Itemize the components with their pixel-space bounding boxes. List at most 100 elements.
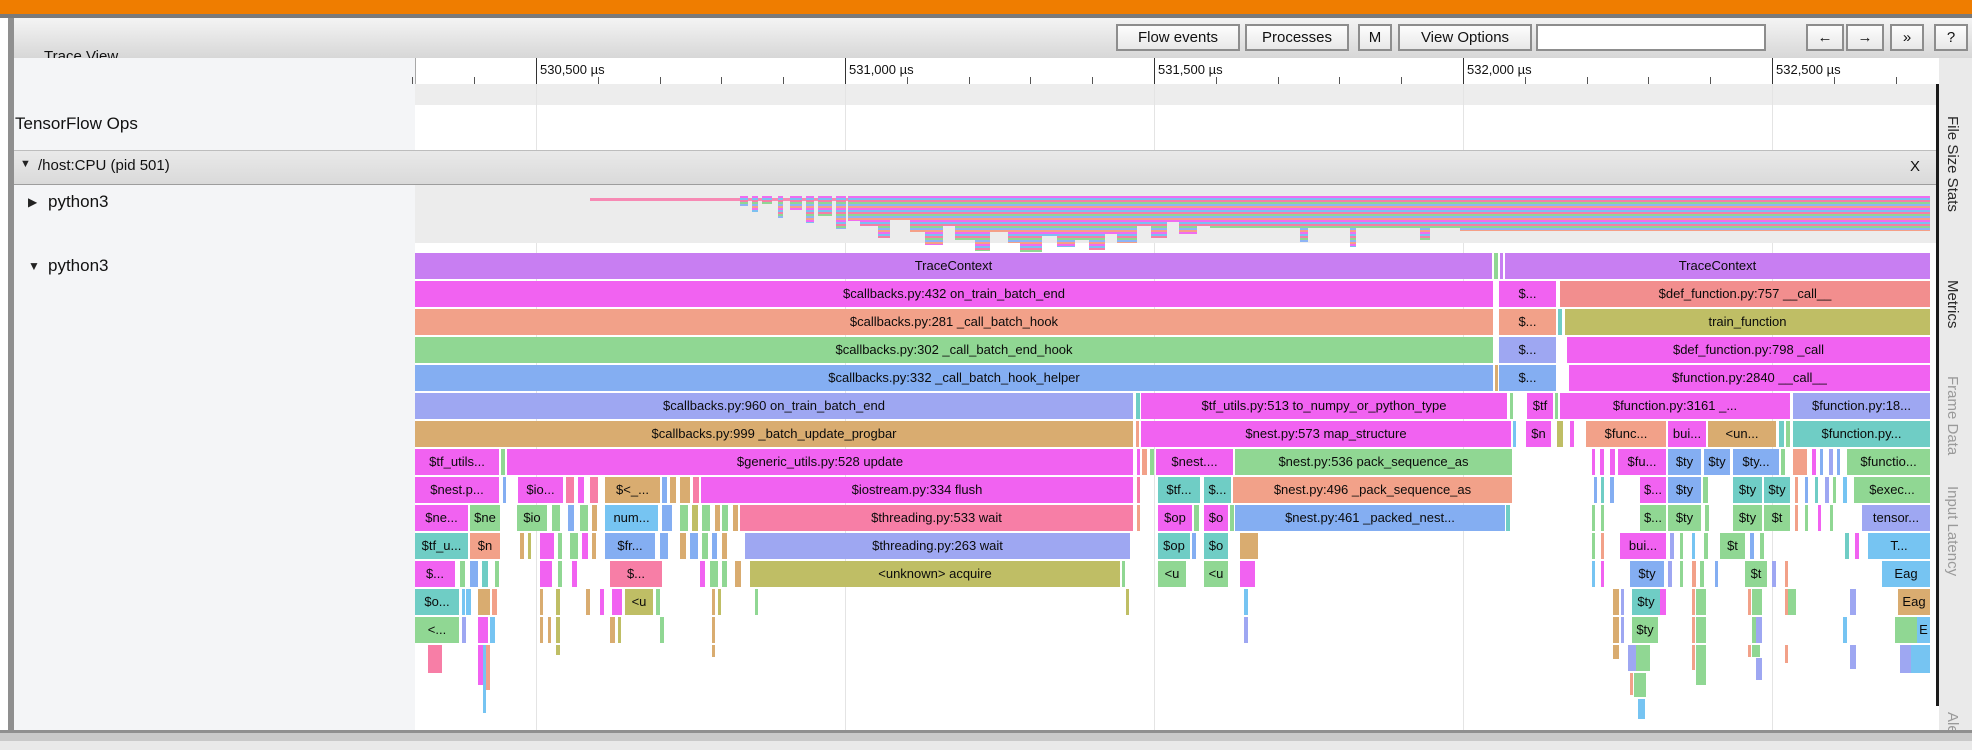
flame-span-deep[interactable]: [1785, 645, 1788, 663]
flame-span[interactable]: $tf_utils.py:513 to_numpy_or_python_type: [1141, 393, 1507, 419]
flame-span-sliver[interactable]: [478, 589, 490, 615]
flame-span-sliver[interactable]: [1510, 393, 1513, 419]
flame-span-sliver[interactable]: [1621, 589, 1624, 615]
flame-span-sliver[interactable]: [482, 561, 488, 587]
flame-span[interactable]: $nest.py:536 pack_sequence_as: [1235, 449, 1512, 475]
flame-span[interactable]: $ne...: [415, 505, 468, 531]
flame-span-sliver[interactable]: [662, 505, 672, 531]
flame-span[interactable]: $ty: [1733, 477, 1762, 503]
flame-span-sliver[interactable]: [1786, 421, 1790, 447]
flame-span-sliver[interactable]: [572, 561, 577, 587]
flame-span[interactable]: $ne: [470, 505, 500, 531]
flame-span[interactable]: $iostream.py:334 flush: [701, 477, 1133, 503]
flame-span-sliver[interactable]: [1592, 533, 1595, 559]
flame-span-sliver[interactable]: [1126, 589, 1129, 615]
flame-span-deep[interactable]: [428, 645, 442, 673]
flame-span[interactable]: $ty: [1764, 477, 1790, 503]
flame-span-sliver[interactable]: [552, 505, 560, 531]
flame-span[interactable]: $ty: [1632, 589, 1660, 615]
flame-span-sliver[interactable]: [548, 617, 551, 643]
more-button[interactable]: »: [1890, 24, 1924, 51]
flame-span-sliver[interactable]: [1495, 365, 1498, 391]
flame-span-sliver[interactable]: [556, 617, 560, 643]
flame-span-sliver[interactable]: [556, 589, 560, 615]
flame-span-sliver[interactable]: [712, 617, 715, 643]
flame-span-sliver[interactable]: [1818, 505, 1821, 531]
flame-span-sliver[interactable]: [1506, 505, 1510, 531]
flame-span-sliver[interactable]: [1700, 561, 1704, 587]
flame-span[interactable]: $ty: [1668, 449, 1701, 475]
flame-span-deep[interactable]: [1628, 645, 1636, 671]
flame-span-sliver[interactable]: [566, 477, 574, 503]
flame-span-sliver[interactable]: [1756, 617, 1762, 643]
flame-span-sliver[interactable]: [1601, 505, 1604, 531]
flame-span[interactable]: $nest.py:461 _packed_nest...: [1235, 505, 1505, 531]
flame-span-sliver[interactable]: [503, 477, 506, 503]
flame-span-sliver[interactable]: [1703, 477, 1708, 503]
flame-span-sliver[interactable]: [1845, 533, 1849, 559]
flame-span-sliver[interactable]: [656, 589, 660, 615]
flame-span-sliver[interactable]: [478, 617, 488, 643]
flame-span[interactable]: <u: [1204, 561, 1228, 587]
flame-span-sliver[interactable]: [460, 561, 465, 587]
flame-span-sliver[interactable]: [702, 505, 710, 531]
flame-span-sliver[interactable]: [712, 533, 717, 559]
flame-span[interactable]: $...: [1499, 365, 1556, 391]
flame-span-sliver[interactable]: [1752, 589, 1762, 615]
flame-span-sliver[interactable]: [1795, 477, 1798, 503]
flame-span[interactable]: $...: [1640, 477, 1666, 503]
flame-span[interactable]: <...: [415, 617, 459, 643]
flame-span-sliver[interactable]: [1244, 589, 1248, 615]
flame-span-sliver[interactable]: [670, 477, 676, 503]
flame-span-sliver[interactable]: [1680, 561, 1683, 587]
flame-span-sliver[interactable]: [618, 617, 621, 643]
flame-span-sliver[interactable]: [1692, 617, 1695, 643]
flame-span[interactable]: $tf: [1527, 393, 1553, 419]
flame-span-sliver[interactable]: [1779, 421, 1784, 447]
flame-span[interactable]: <u: [625, 589, 653, 615]
flame-span-sliver[interactable]: [1240, 561, 1255, 587]
flame-span[interactable]: TraceContext: [1505, 253, 1930, 279]
flame-span[interactable]: bui...: [1668, 421, 1706, 447]
processes-button[interactable]: Processes: [1245, 24, 1349, 51]
flame-span-sliver[interactable]: [1805, 505, 1808, 531]
flame-span[interactable]: $threading.py:533 wait: [740, 505, 1133, 531]
help-button[interactable]: ?: [1934, 24, 1968, 51]
flame-span-sliver[interactable]: [1570, 421, 1574, 447]
flame-span[interactable]: <un...: [1708, 421, 1776, 447]
flame-span-sliver[interactable]: [462, 617, 466, 643]
flame-span-sliver[interactable]: [755, 589, 758, 615]
flame-span[interactable]: $function.py:3161 _...: [1560, 393, 1790, 419]
flame-span[interactable]: $def_function.py:798 _call: [1567, 337, 1930, 363]
thread-toggle-arrow-icon[interactable]: ▼: [28, 259, 40, 273]
back-button[interactable]: ←: [1806, 24, 1844, 51]
flame-span-sliver[interactable]: [1843, 617, 1847, 643]
flame-span-sliver[interactable]: [1895, 617, 1917, 643]
flame-span-sliver[interactable]: [1137, 477, 1140, 503]
flame-span[interactable]: $n: [1526, 421, 1551, 447]
flame-span[interactable]: $ty: [1668, 477, 1701, 503]
flame-span-sliver[interactable]: [1696, 589, 1706, 615]
flame-span-sliver[interactable]: [1194, 505, 1199, 531]
flame-span[interactable]: $tf_u...: [415, 533, 468, 559]
flame-span-sliver[interactable]: [1785, 561, 1788, 587]
flame-span-sliver[interactable]: [590, 477, 598, 503]
flame-span-sliver[interactable]: [490, 617, 495, 643]
flame-span[interactable]: $t: [1745, 561, 1767, 587]
flame-span-sliver[interactable]: [1592, 505, 1595, 531]
flame-span-deep[interactable]: [1752, 645, 1760, 657]
flame-span[interactable]: $io...: [518, 477, 563, 503]
flame-span-sliver[interactable]: [1555, 393, 1558, 419]
flame-span-sliver[interactable]: [1812, 449, 1816, 475]
thread-label-1[interactable]: python3: [48, 256, 109, 276]
flame-span-sliver[interactable]: [662, 477, 667, 503]
flame-span-sliver[interactable]: [1825, 477, 1829, 503]
flame-span[interactable]: $callbacks.py:960 on_train_batch_end: [415, 393, 1133, 419]
flame-span-sliver[interactable]: [1705, 505, 1709, 531]
flame-span[interactable]: <u: [1158, 561, 1186, 587]
flame-span[interactable]: $tf...: [1158, 477, 1200, 503]
flame-span-sliver[interactable]: [1855, 533, 1859, 559]
flame-span-sliver[interactable]: [1781, 449, 1785, 475]
flame-span-sliver[interactable]: [1850, 589, 1856, 615]
flame-span-sliver[interactable]: [1613, 589, 1619, 615]
